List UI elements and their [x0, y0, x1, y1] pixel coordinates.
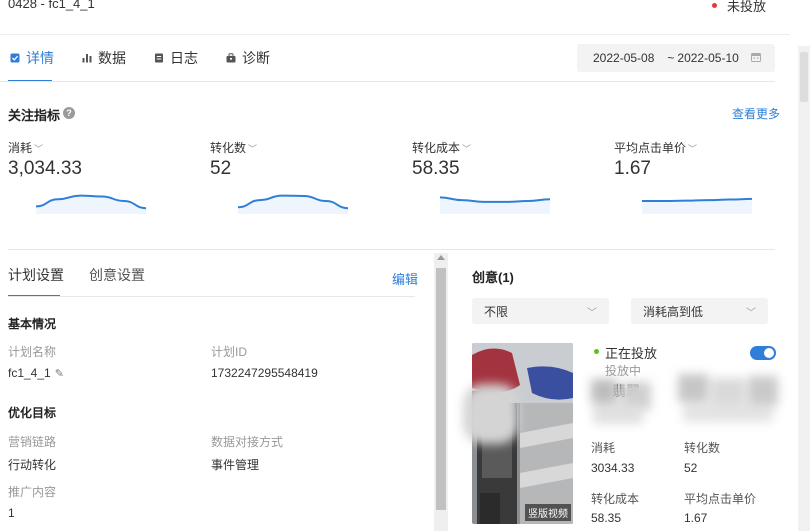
sort-select-value: 消耗高到低: [643, 304, 704, 319]
status-dot: [712, 3, 717, 8]
scroll-up-arrow-icon[interactable]: [437, 255, 445, 260]
running-status-dot: [594, 349, 599, 354]
tab-details[interactable]: 详情: [10, 48, 54, 68]
promo-content-value: 1: [8, 506, 15, 520]
plan-name-label: 计划名称: [8, 345, 57, 359]
chevron-down-icon: ﹀: [34, 144, 44, 154]
date-start: 2022-05-08: [593, 51, 655, 65]
creative-status: 正在投放: [605, 346, 658, 361]
promo-content-label: 推广内容: [8, 485, 57, 499]
date-separator: ~: [667, 51, 675, 65]
tab-diagnosis[interactable]: 诊断: [226, 48, 270, 68]
data-method-label: 数据对接方式: [211, 435, 284, 449]
metric-selector-avg-cpc[interactable]: 平均点击单价 ﹀: [614, 139, 697, 156]
marketing-link-label: 营销链路: [8, 435, 57, 449]
chevron-down-icon: ﹀: [462, 144, 472, 154]
creative-count-title: 创意(1): [472, 270, 514, 285]
creative-stat-label: 转化成本: [591, 492, 640, 506]
basic-info-title: 基本情况: [8, 317, 57, 331]
sort-select[interactable]: 消耗高到低 ﹀: [631, 298, 768, 324]
creative-stat-value: 3034.33: [591, 461, 635, 475]
creative-stat-value: 58.35: [591, 511, 622, 525]
pencil-icon[interactable]: ✎: [55, 368, 64, 380]
creative-stat-value: 1.67: [684, 511, 708, 525]
metric-value: 58.35: [412, 158, 460, 179]
filter-select[interactable]: 不限 ﹀: [472, 298, 609, 324]
toolbox-icon: [226, 53, 236, 63]
tab-label: 详情: [26, 50, 54, 66]
sparkline-area: [238, 195, 348, 214]
help-icon[interactable]: ?: [63, 107, 75, 119]
tab-data[interactable]: 数据: [82, 48, 126, 68]
chevron-down-icon: ﹀: [688, 144, 698, 154]
plan-status: 未投放: [727, 0, 767, 14]
sparkline-avg-cpc: [642, 197, 753, 214]
metric-label: 转化数: [210, 141, 247, 155]
metric-selector-conversion-cost[interactable]: 转化成本 ﹀: [412, 139, 471, 156]
document-icon: [154, 53, 164, 63]
metric-selector-cost[interactable]: 消耗 ﹀: [8, 139, 43, 156]
creative-stat-label: 转化数: [684, 441, 721, 455]
metric-label: 平均点击单价: [614, 141, 687, 155]
sparkline-area: [36, 195, 146, 214]
metric-value: 1.67: [614, 158, 651, 179]
metric-value: 52: [210, 158, 232, 179]
creative-toggle[interactable]: [750, 346, 776, 360]
plan-id-label: 计划ID: [211, 345, 248, 359]
date-range-picker[interactable]: 2022-05-08 ~ 2022-05-10: [577, 44, 775, 72]
creative-stat-label: 消耗: [591, 441, 616, 455]
sparkline-conversion-cost: [439, 196, 551, 214]
bar-chart-icon: [82, 53, 92, 63]
divider: [8, 296, 415, 297]
view-more-link[interactable]: 查看更多: [732, 105, 780, 122]
metric-label: 转化成本: [412, 141, 461, 155]
tab-logs[interactable]: 日志: [154, 48, 198, 68]
chevron-down-icon: ﹀: [587, 307, 597, 319]
panel-scrollbar-thumb[interactable]: [436, 268, 446, 510]
tab-creative-settings[interactable]: 创意设置: [89, 265, 145, 285]
page-scrollbar[interactable]: [798, 46, 810, 531]
divider: [0, 81, 775, 82]
plan-title: 0428 - fc1_4_1: [8, 0, 95, 11]
metrics-section-title: 关注指标: [8, 108, 61, 123]
edit-link[interactable]: 编辑: [392, 269, 418, 288]
checkbox-icon: [10, 53, 20, 63]
divider: [8, 249, 775, 250]
filter-select-value: 不限: [484, 304, 509, 319]
page-scrollbar-thumb[interactable]: [800, 52, 808, 102]
marketing-link-value: 行动转化: [8, 458, 57, 472]
optimization-goal-title: 优化目标: [8, 406, 57, 420]
metric-selector-conversions[interactable]: 转化数 ﹀: [210, 139, 257, 156]
calendar-icon: [750, 51, 761, 65]
sparkline-conversions: [237, 194, 349, 214]
divider: [0, 34, 790, 35]
data-method-value: 事件管理: [211, 458, 260, 472]
plan-id-value: 1732247295548419: [211, 366, 318, 380]
chevron-down-icon: ﹀: [248, 144, 258, 154]
metric-value: 3,034.33: [8, 158, 82, 179]
tab-label: 数据: [98, 50, 126, 66]
sparkline-cost: [35, 194, 147, 214]
video-type-badge: 竖版视频: [525, 504, 571, 521]
tab-label: 诊断: [242, 50, 270, 66]
tab-plan-settings[interactable]: 计划设置: [8, 265, 64, 285]
creative-stat-label: 平均点击单价: [684, 492, 757, 506]
creative-stat-value: 52: [684, 461, 698, 475]
metric-label: 消耗: [8, 141, 33, 155]
date-end: 2022-05-10: [677, 51, 739, 65]
chevron-down-icon: ﹀: [746, 307, 756, 319]
mosaic-blur-overlay: [463, 374, 783, 450]
plan-name-value: fc1_4_1 ✎: [8, 366, 64, 380]
plan-name-text: fc1_4_1: [8, 366, 51, 380]
tab-label: 日志: [170, 50, 198, 66]
